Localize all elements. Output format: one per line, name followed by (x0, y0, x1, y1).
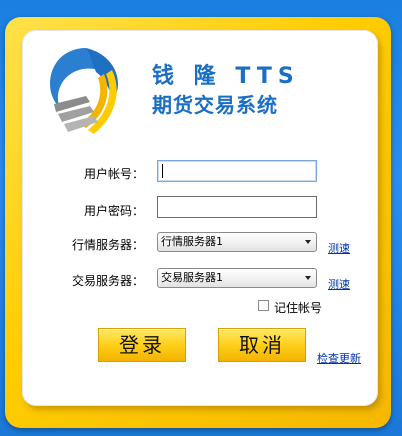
password-input[interactable] (157, 196, 317, 218)
remember-account-checkbox[interactable] (258, 300, 269, 311)
quote-server-select[interactable]: 行情服务器1 (157, 232, 317, 252)
text-caret (162, 164, 163, 178)
app-title-line2: 期货交易系统 (152, 93, 278, 117)
app-title-line1: 钱 隆 TTS (152, 64, 300, 89)
remember-account-label: 记住帐号 (274, 301, 323, 315)
check-update-link[interactable]: 检查更新 (317, 350, 361, 366)
app-logo-icon (50, 48, 118, 134)
account-label: 用户帐号： (84, 167, 145, 181)
chevron-down-icon (305, 276, 311, 280)
login-button[interactable]: 登录 (98, 328, 186, 362)
account-input[interactable] (157, 160, 317, 182)
trade-speed-test-link[interactable]: 测速 (328, 276, 350, 292)
quote-server-value: 行情服务器1 (161, 235, 223, 248)
quote-server-label: 行情服务器： (72, 238, 145, 252)
chevron-down-icon (305, 240, 311, 244)
trade-server-label: 交易服务器： (72, 274, 145, 288)
trade-server-value: 交易服务器1 (161, 271, 223, 284)
quote-speed-test-link[interactable]: 测速 (328, 240, 350, 256)
trade-server-select[interactable]: 交易服务器1 (157, 268, 317, 288)
password-label: 用户密码： (84, 204, 145, 218)
cancel-button[interactable]: 取消 (218, 328, 306, 362)
